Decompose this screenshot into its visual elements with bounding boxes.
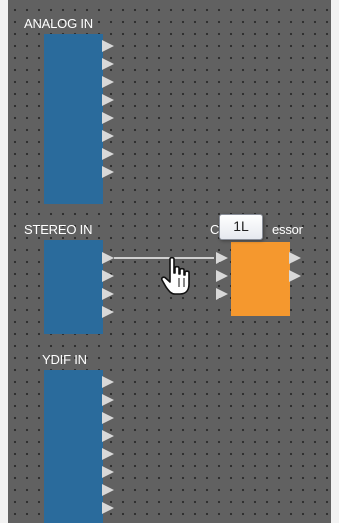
design-window: ANALOG IN STEREO IN C essor 1L YDIF IN: [0, 0, 339, 523]
analog-in-port-4[interactable]: [102, 94, 114, 106]
compressor-label-left: C: [210, 222, 220, 237]
analog-in-port-6[interactable]: [102, 130, 114, 142]
port-tooltip: 1L: [219, 214, 263, 240]
ydif-in-block[interactable]: [44, 370, 103, 523]
compressor-block[interactable]: [231, 242, 290, 316]
ydif-in-port-2[interactable]: [102, 394, 114, 406]
stereo-in-port-2[interactable]: [102, 270, 114, 282]
analog-in-port-5[interactable]: [102, 112, 114, 124]
analog-in-label: ANALOG IN: [24, 16, 93, 31]
stereo-in-label: STEREO IN: [24, 222, 93, 237]
window-left-border: [0, 0, 8, 523]
analog-in-port-2[interactable]: [102, 58, 114, 70]
ydif-in-port-3[interactable]: [102, 412, 114, 424]
compressor-input-port-2[interactable]: [216, 270, 228, 282]
ydif-in-port-8[interactable]: [102, 502, 114, 514]
compressor-input-port-3[interactable]: [216, 288, 228, 300]
stereo-in-port-3[interactable]: [102, 288, 114, 300]
stereo-in-port-4[interactable]: [102, 306, 114, 318]
stereo-in-block[interactable]: [44, 240, 103, 334]
stereo-in-port-1[interactable]: [102, 252, 114, 264]
ydif-in-port-4[interactable]: [102, 430, 114, 442]
ydif-in-port-7[interactable]: [102, 484, 114, 496]
analog-in-port-1[interactable]: [102, 40, 114, 52]
compressor-output-port-1[interactable]: [289, 252, 301, 264]
analog-in-block[interactable]: [44, 34, 103, 204]
ydif-in-port-6[interactable]: [102, 466, 114, 478]
design-canvas[interactable]: ANALOG IN STEREO IN C essor 1L YDIF IN: [8, 0, 331, 523]
hand-pointer-icon: [160, 256, 190, 295]
ydif-in-label: YDIF IN: [42, 352, 87, 367]
analog-in-port-3[interactable]: [102, 76, 114, 88]
analog-in-port-8[interactable]: [102, 166, 114, 178]
compressor-label-right: essor: [272, 222, 303, 237]
window-right-border: [331, 0, 339, 523]
compressor-input-port-1[interactable]: [216, 252, 228, 264]
compressor-output-port-2[interactable]: [289, 270, 301, 282]
ydif-in-port-5[interactable]: [102, 448, 114, 460]
analog-in-port-7[interactable]: [102, 148, 114, 160]
ydif-in-port-1[interactable]: [102, 376, 114, 388]
